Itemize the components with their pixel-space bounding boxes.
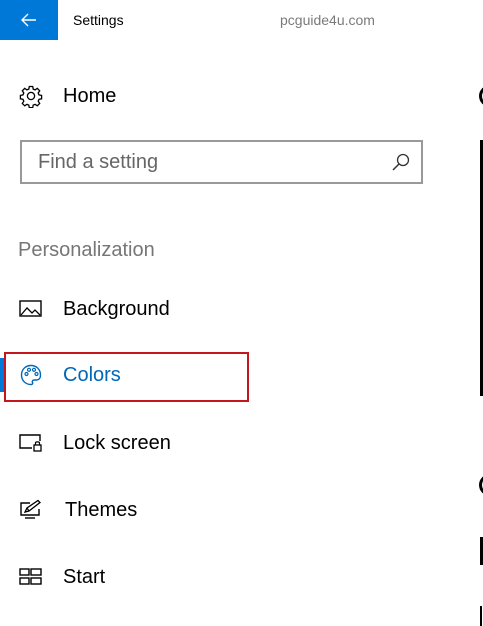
selection-indicator <box>0 358 5 392</box>
start-icon <box>18 564 44 590</box>
settings-window: Settings pcguide4u.com Home Personalizat… <box>0 0 483 626</box>
nav-label-start: Start <box>63 566 106 588</box>
nav-item-colors[interactable]: Colors <box>0 351 480 399</box>
search-input[interactable] <box>22 142 382 182</box>
nav-item-background[interactable]: Background <box>0 285 480 333</box>
nav-label-background: Background <box>63 298 170 320</box>
nav-item-start[interactable]: Start <box>0 553 480 601</box>
nav-label-themes: Themes <box>65 499 138 521</box>
title-bar: Settings pcguide4u.com <box>0 0 483 40</box>
nav-item-themes[interactable]: Themes <box>0 486 480 534</box>
back-arrow-icon <box>21 13 36 27</box>
section-heading: Personalization <box>18 239 155 261</box>
themes-icon <box>18 497 44 523</box>
nav-label-home: Home <box>63 85 117 107</box>
back-button[interactable] <box>0 0 58 40</box>
nav-item-lock-screen[interactable]: Lock screen <box>0 419 480 467</box>
lock-screen-icon <box>18 430 44 456</box>
search-box[interactable] <box>20 140 423 184</box>
palette-icon <box>18 362 44 388</box>
nav-item-home[interactable]: Home <box>0 72 480 120</box>
watermark-text: pcguide4u.com <box>280 12 375 28</box>
search-icon[interactable] <box>391 152 411 172</box>
image-icon <box>18 296 44 322</box>
gear-icon <box>18 83 44 109</box>
clipped-control-edge-2 <box>480 606 482 626</box>
nav-label-colors: Colors <box>63 364 121 386</box>
nav-label-lock-screen: Lock screen <box>63 432 171 454</box>
window-title: Settings <box>73 12 124 28</box>
